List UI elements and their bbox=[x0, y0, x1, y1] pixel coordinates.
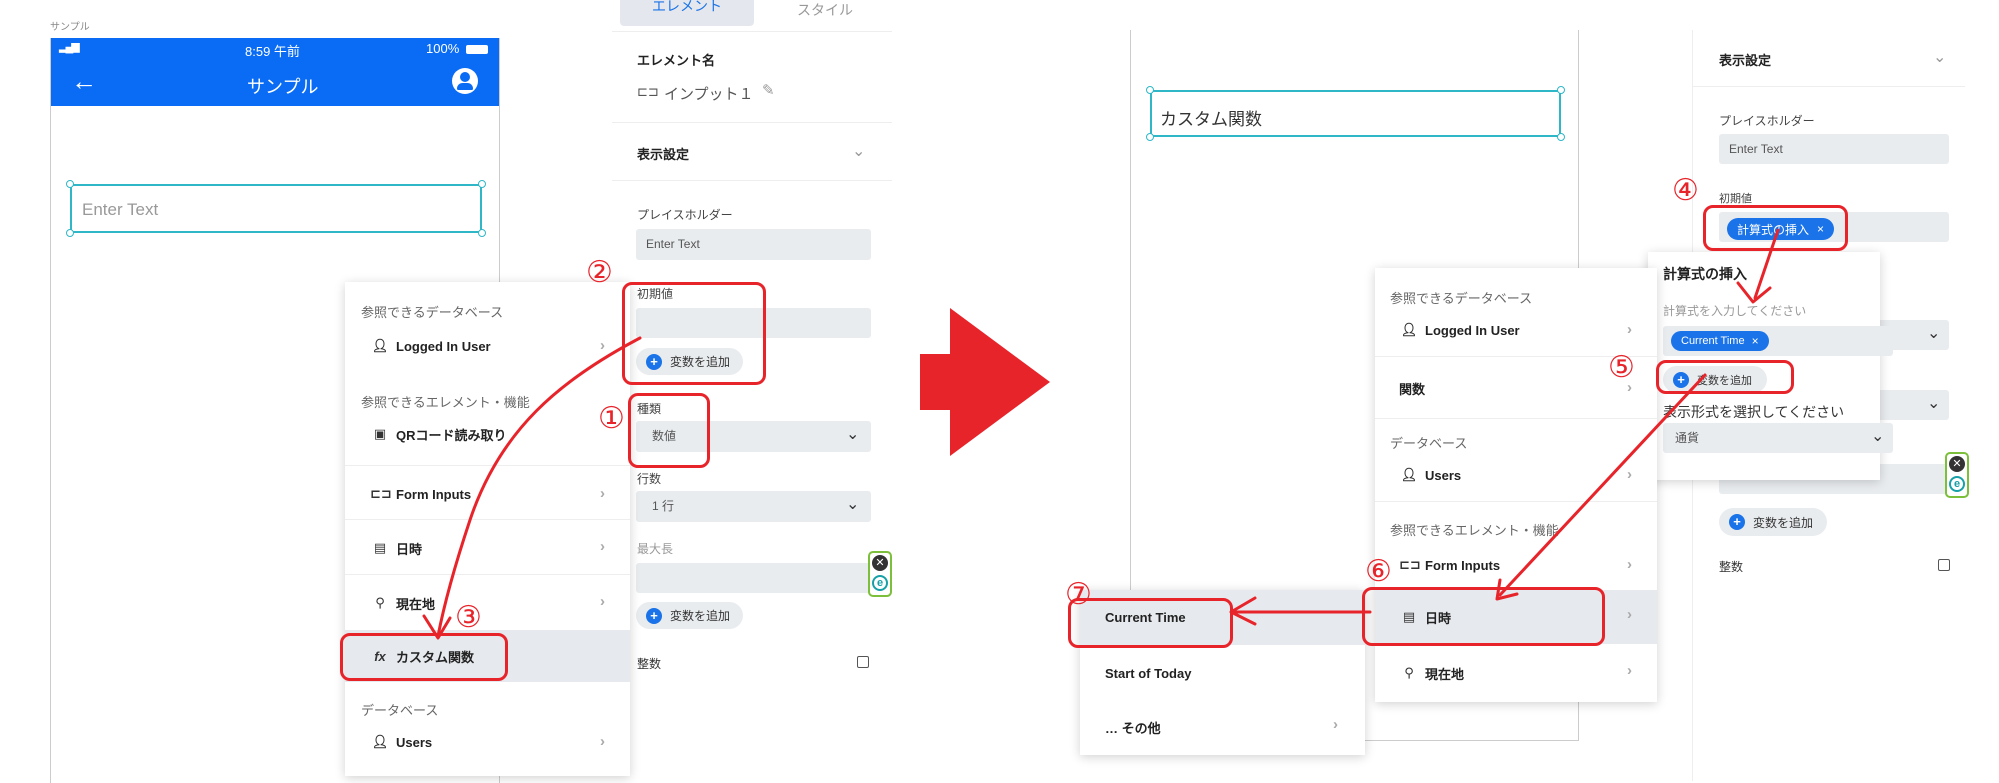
annotation-arrow bbox=[1753, 228, 1780, 300]
annotation-arrowhead bbox=[422, 614, 452, 640]
annotation-arrow bbox=[1498, 373, 1707, 597]
annotation-arrows bbox=[422, 228, 1780, 640]
annotation-arrow bbox=[436, 336, 642, 638]
annotation-arrowhead bbox=[1736, 281, 1772, 304]
